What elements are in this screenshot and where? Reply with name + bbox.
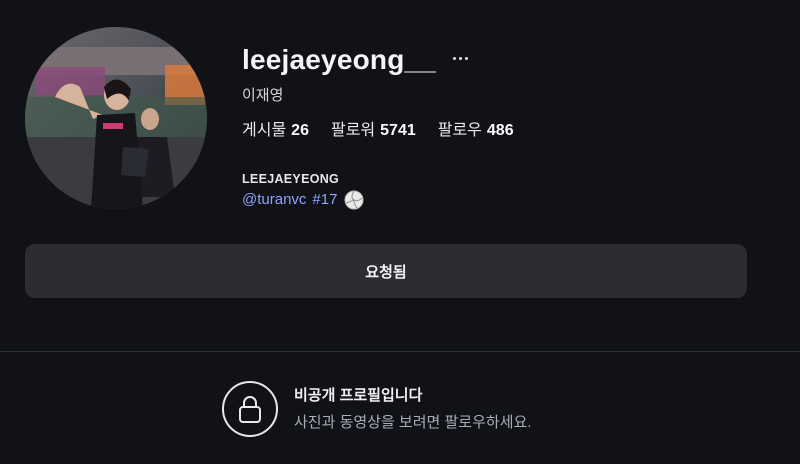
more-options-button[interactable] <box>450 46 470 70</box>
stat-following[interactable]: 팔로우 486 <box>438 120 514 142</box>
requested-button[interactable]: 요청됨 <box>25 244 747 298</box>
divider <box>0 351 800 352</box>
stat-followers-label: 팔로워 <box>330 122 376 139</box>
bio-mention-link[interactable]: @turanvc <box>242 189 306 211</box>
stat-followers[interactable]: 팔로워 5741 <box>331 120 416 142</box>
profile-page: leejaeyeong__ 이재영 게시물 26 팔로워 5741 팔로우 486 L… <box>0 0 800 464</box>
full-name: 이재영 <box>242 87 284 104</box>
avatar[interactable] <box>25 27 207 209</box>
stat-following-value: 486 <box>486 122 514 139</box>
username: leejaeyeong__ <box>242 44 437 75</box>
private-subtitle: 사진과 동영상을 보려면 팔로우하세요. <box>294 413 532 431</box>
stat-posts-value: 26 <box>291 122 309 139</box>
stat-posts-label: 게시물 <box>242 122 287 139</box>
private-title: 비공개 프로필입니다 <box>294 386 423 404</box>
stat-posts: 게시물 26 <box>242 120 309 142</box>
lock-icon <box>222 381 278 437</box>
bio-name: LEEJAEYEONG <box>242 172 340 186</box>
more-horizontal-icon <box>452 56 456 60</box>
bio-hashtag[interactable]: #17 <box>312 189 337 211</box>
stat-following-label: 팔로우 <box>437 122 482 139</box>
bio-line: @turanvc #17 <box>242 189 364 211</box>
private-text: 비공개 프로필입니다 사진과 동영상을 보려면 팔로우하세요. <box>294 385 531 434</box>
volleyball-icon <box>344 190 364 210</box>
profile-stats: 게시물 26 팔로워 5741 팔로우 486 <box>242 120 514 142</box>
private-profile-notice: 비공개 프로필입니다 사진과 동영상을 보려면 팔로우하세요. <box>222 381 531 437</box>
stat-followers-value: 5741 <box>380 122 416 139</box>
